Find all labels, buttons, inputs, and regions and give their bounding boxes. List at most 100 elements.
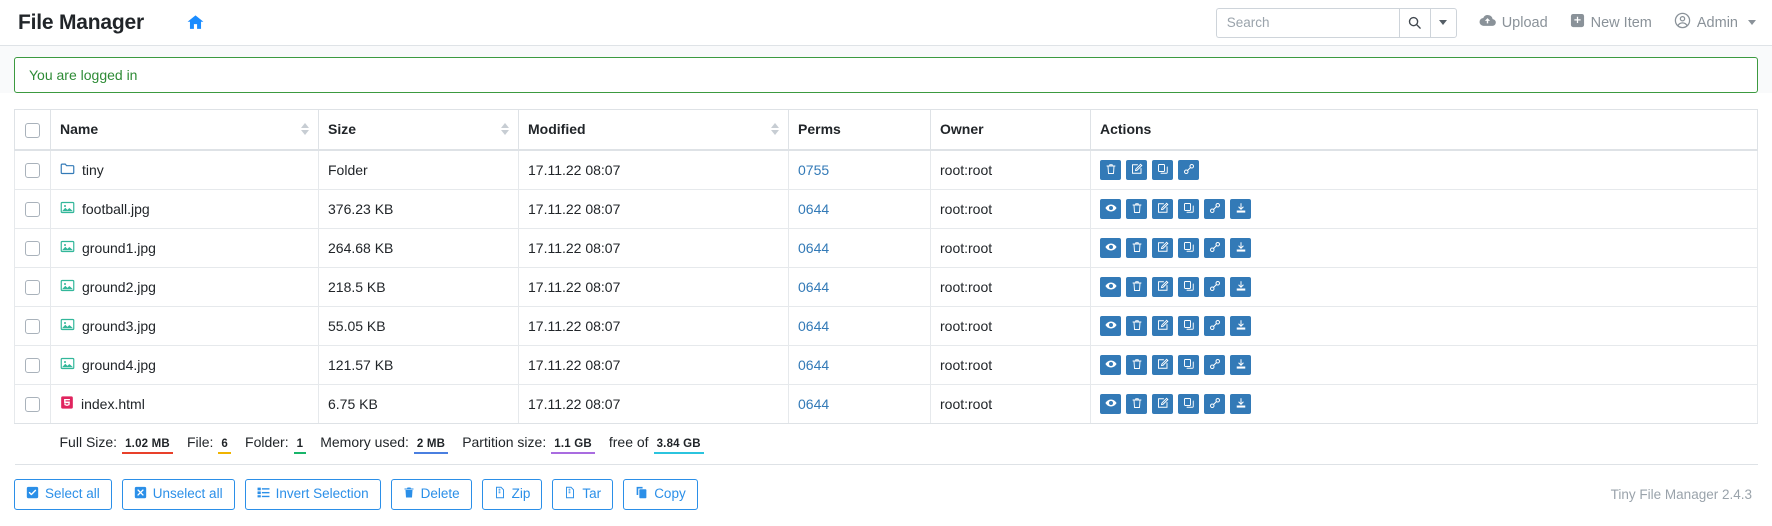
upload-link[interactable]: Upload [1457,12,1548,33]
action-delete-button[interactable] [1126,315,1147,336]
link-icon [1209,357,1221,373]
header-name[interactable]: Name [50,108,319,151]
row-select-cell [14,189,51,229]
select-all-button[interactable]: Select all [14,478,112,510]
search-button[interactable] [1398,7,1430,38]
action-link-button[interactable] [1204,276,1225,297]
row-owner-cell: root:root [930,306,1091,346]
file-name-link[interactable]: ground2.jpg [82,279,156,295]
action-copy-button[interactable] [1178,393,1199,414]
row-checkbox[interactable] [25,319,40,335]
action-copy-button[interactable] [1178,237,1199,258]
file-name-link[interactable]: ground3.jpg [82,318,156,334]
action-link-button[interactable] [1204,354,1225,375]
action-view-button[interactable] [1100,393,1121,414]
row-actions-cell [1090,345,1758,385]
action-view-button[interactable] [1100,237,1121,258]
action-copy-button[interactable] [1152,159,1173,180]
row-select-cell [14,345,51,385]
action-rename-button[interactable] [1126,159,1147,180]
row-actions-cell [1090,228,1758,268]
action-link-button[interactable] [1204,393,1225,414]
row-checkbox[interactable] [25,358,40,374]
sort-name-icon[interactable] [301,123,309,136]
row-checkbox[interactable] [25,202,40,218]
action-rename-button[interactable] [1152,315,1173,336]
action-copy-button[interactable] [1178,198,1199,219]
action-rename-button[interactable] [1152,276,1173,297]
unselect-all-button[interactable]: Unselect all [121,478,235,510]
action-delete-button[interactable] [1126,393,1147,414]
perms-link[interactable]: 0644 [798,279,829,295]
perms-link[interactable]: 0644 [798,201,829,217]
row-name-cell: tiny [50,149,319,190]
row-checkbox[interactable] [25,163,40,179]
action-delete-button[interactable] [1100,159,1121,180]
row-select-cell [14,228,51,268]
perms-link[interactable]: 0644 [798,240,829,256]
action-link-button[interactable] [1204,198,1225,219]
action-download-button[interactable] [1230,198,1251,219]
action-download-button[interactable] [1230,393,1251,414]
action-view-button[interactable] [1100,198,1121,219]
row-checkbox[interactable] [25,280,40,296]
action-download-button[interactable] [1230,315,1251,336]
action-copy-button[interactable] [1178,315,1199,336]
tar-button[interactable]: Tar [552,478,614,510]
action-download-button[interactable] [1230,237,1251,258]
zip-button[interactable]: Zip [481,478,543,510]
action-view-button[interactable] [1100,354,1121,375]
header-modified[interactable]: Modified [518,108,789,151]
search-options-dropdown[interactable] [1429,7,1457,38]
file-name-link[interactable]: ground4.jpg [82,357,156,373]
action-download-button[interactable] [1230,276,1251,297]
delete-icon [1131,279,1143,295]
action-view-button[interactable] [1100,276,1121,297]
action-delete-button[interactable] [1126,237,1147,258]
perms-link[interactable]: 0644 [798,318,829,334]
new-item-link[interactable]: New Item [1548,13,1652,32]
admin-menu[interactable]: Admin [1652,12,1756,33]
action-delete-button[interactable] [1126,198,1147,219]
row-checkbox[interactable] [25,397,40,413]
action-rename-button[interactable] [1152,393,1173,414]
invert-selection-button[interactable]: Invert Selection [244,478,381,510]
file-name-link[interactable]: index.html [81,396,145,412]
header-name-label: Name [60,121,99,138]
file-name-link[interactable]: ground1.jpg [82,240,156,256]
memory-used-value: 2 MB [413,437,449,454]
action-link-button[interactable] [1204,237,1225,258]
action-download-button[interactable] [1230,354,1251,375]
search-input[interactable] [1224,14,1391,31]
action-rename-button[interactable] [1152,198,1173,219]
action-copy-button[interactable] [1178,354,1199,375]
action-copy-button[interactable] [1178,276,1199,297]
perms-link[interactable]: 0755 [798,162,829,178]
file-name-link[interactable]: tiny [82,162,104,178]
perms-link[interactable]: 0644 [798,396,829,412]
action-delete-button[interactable] [1126,354,1147,375]
action-rename-button[interactable] [1152,237,1173,258]
header-size[interactable]: Size [318,108,519,151]
home-icon[interactable] [186,13,205,32]
search-input-wrapper[interactable] [1215,7,1399,38]
action-link-button[interactable] [1178,159,1199,180]
delete-button[interactable]: Delete [390,478,472,510]
perms-link[interactable]: 0644 [798,357,829,373]
sort-size-icon[interactable] [501,123,509,136]
select-all-checkbox[interactable] [25,122,40,138]
action-link-button[interactable] [1204,315,1225,336]
sort-modified-icon[interactable] [771,123,779,136]
copy-button[interactable]: Copy [623,478,698,510]
action-rename-button[interactable] [1152,354,1173,375]
header-select-all-cell [14,108,51,151]
file-name-link[interactable]: football.jpg [82,201,150,217]
action-delete-button[interactable] [1126,276,1147,297]
free-of-value: 3.84 GB [653,437,704,454]
row-select-cell [14,384,51,424]
row-modified-cell: 17.11.22 08:07 [518,228,789,268]
row-checkbox[interactable] [25,241,40,257]
x-square-icon [134,486,147,503]
action-view-button[interactable] [1100,315,1121,336]
alert-container: You are logged in [0,46,1772,93]
